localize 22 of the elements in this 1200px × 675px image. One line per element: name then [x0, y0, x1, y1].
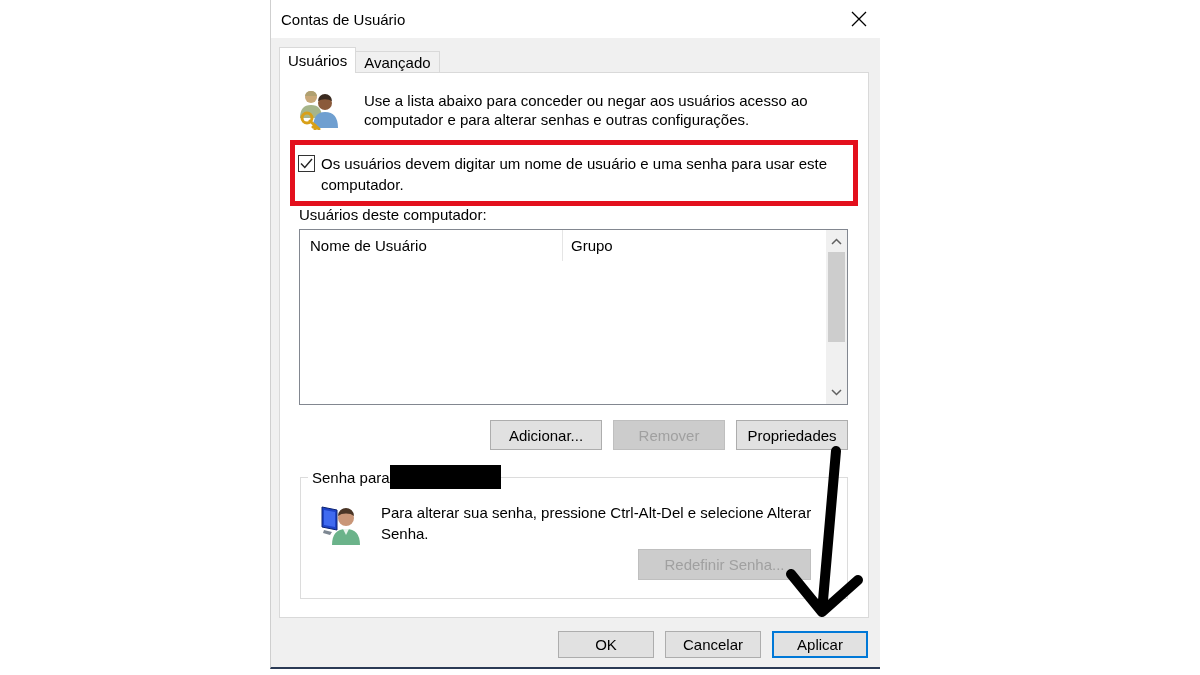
tab[interactable]: Usuários	[279, 47, 357, 73]
users-key-icon	[298, 88, 340, 130]
user-computer-icon	[320, 504, 362, 546]
users-list[interactable]: Nome de Usuário Grupo	[299, 229, 848, 405]
scrollbar-thumb[interactable]	[828, 252, 845, 342]
group-title: Senha para	[312, 468, 390, 486]
window-title: Contas de Usuário	[281, 10, 406, 28]
column-header[interactable]: Grupo	[563, 230, 826, 261]
checkbox-label[interactable]: Os usuários devem digitar um nome de usuário e uma senha para usar este computador.	[321, 153, 847, 195]
dialog-button[interactable]: Aplicar	[772, 631, 868, 658]
password-info-text: Para alterar sua senha, pressione Ctrl-Alt-Del e selecione Alterar Senha.	[381, 503, 813, 544]
scrollbar[interactable]	[826, 230, 847, 404]
checkbox[interactable]	[298, 155, 315, 172]
action-button[interactable]: Propriedades	[736, 420, 848, 450]
dialog-button[interactable]: Cancelar	[665, 631, 761, 658]
intro-text: Use a lista abaixo para conceder ou negar aos usuários acesso ao computador e para alterar senhas e outras configurações.	[364, 91, 809, 129]
tab[interactable]: Avançado	[355, 51, 440, 72]
action-button[interactable]: Adicionar...	[490, 420, 602, 450]
section-label: Usuários deste computador:	[298, 206, 488, 224]
close-icon[interactable]	[851, 11, 867, 27]
dialog-button[interactable]: OK	[558, 631, 654, 658]
column-header[interactable]: Nome de Usuário	[300, 230, 563, 261]
